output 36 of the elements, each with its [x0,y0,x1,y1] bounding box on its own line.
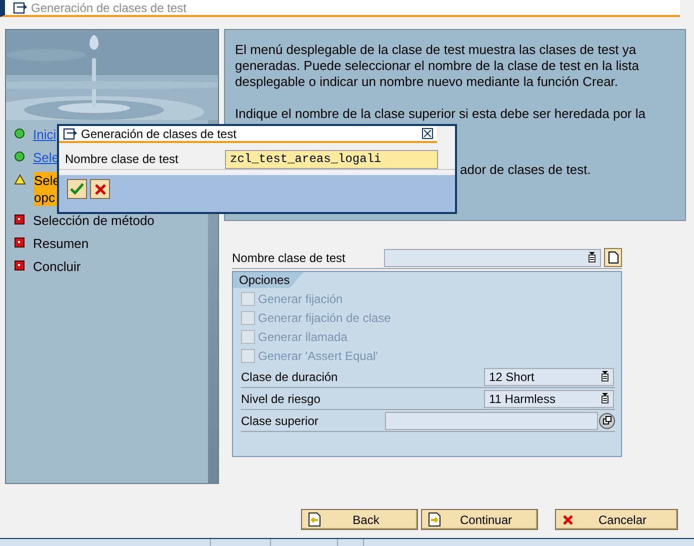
info-text: Indique el nombre de la clase superior si esta debe ser heredada por la [235,106,646,122]
field-label: Clase superior [241,414,320,428]
create-button[interactable] [604,248,622,267]
cancel-button[interactable]: Cancelar [555,509,678,530]
check-icon [70,183,84,195]
dialog-title: Generación de clases de test [81,126,238,140]
page-arrow-icon [308,512,321,527]
input-field[interactable]: zcl_test_areas_logali [225,150,438,168]
cross-icon [94,184,106,194]
cross-icon [562,514,574,526]
dropdown-field[interactable]: 12 Short [484,368,614,386]
value-help-button[interactable] [599,412,615,428]
dropdown-field[interactable]: 11 Harmless [484,390,614,408]
cancel-button[interactable] [90,179,110,199]
field-label: Nivel de riesgo [241,392,322,406]
field-label: Nombre clase de test [65,152,180,166]
dropdown-icon [588,252,596,263]
dropdown-icon [601,371,609,382]
window-title: Generación de clases de test [31,0,186,14]
page-arrow-icon [428,512,441,527]
group-title: Opciones [233,272,304,288]
dropdown-icon [601,393,609,404]
field-label: Nombre clase de test [232,250,346,264]
confirm-button[interactable] [67,179,87,199]
back-button[interactable]: Back [301,509,418,530]
step-label: Resumen [33,235,89,252]
info-text: ador de clases de test. [460,162,592,178]
info-text: El menú desplegable de la clase de test muestra las clases de test ya generadas. Puede seleccionar el nombre de la clase de test en la lista desplegable o indicar un nombre nuevo mediante la función Crear. [235,42,640,90]
page-icon [608,251,618,264]
next-button[interactable]: Continuar [421,509,538,530]
input-field[interactable] [385,412,598,430]
close-button[interactable] [422,128,433,139]
step-label: Selección de método [33,212,154,229]
windows-icon [602,416,612,425]
field-label: Clase de duración [241,370,339,384]
step-label: Concluir [33,258,81,275]
